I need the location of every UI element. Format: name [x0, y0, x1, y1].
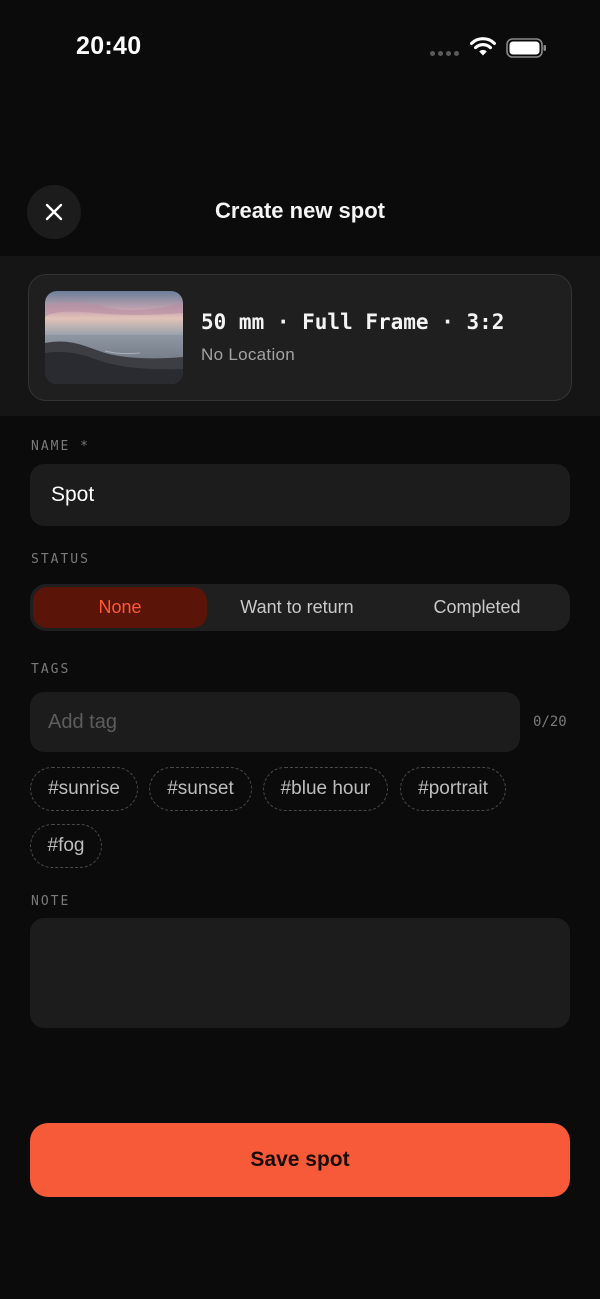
spot-photo-card[interactable]: 50 mm · Full Frame · 3:2 No Location — [28, 274, 572, 401]
tag-input[interactable]: Add tag — [30, 692, 520, 752]
status-option-completed[interactable]: Completed — [387, 587, 567, 628]
tag-chip-portrait[interactable]: #portrait — [400, 767, 506, 811]
spot-card-section: 50 mm · Full Frame · 3:2 No Location — [0, 256, 600, 416]
status-option-want-to-return[interactable]: Want to return — [207, 587, 387, 628]
tag-count: 0/20 — [533, 714, 567, 730]
tag-chip-blue-hour[interactable]: #blue hour — [263, 767, 388, 811]
status-bar: 20:40 — [0, 0, 600, 100]
tag-chip-sunrise[interactable]: #sunrise — [30, 767, 138, 811]
camera-info: 50 mm · Full Frame · 3:2 — [201, 310, 505, 334]
signal-dots-icon — [430, 51, 459, 56]
spot-thumbnail[interactable] — [45, 291, 183, 384]
status-label: STATUS — [31, 552, 90, 567]
create-spot-screen: 20:40 Create new spot 50 mm · Full Frame… — [0, 0, 600, 1299]
seascape-photo — [45, 291, 183, 384]
name-input[interactable]: Spot — [30, 464, 570, 526]
battery-icon — [506, 38, 546, 58]
status-time: 20:40 — [76, 32, 142, 60]
location-text: No Location — [201, 345, 296, 364]
tags-label: TAGS — [31, 662, 71, 677]
name-label: NAME * — [31, 439, 90, 454]
status-segmented-control: None Want to return Completed — [30, 584, 570, 631]
note-label: NOTE — [31, 894, 71, 909]
wifi-icon — [470, 37, 496, 56]
page-title: Create new spot — [215, 198, 385, 223]
tag-chip-fog[interactable]: #fog — [30, 824, 102, 868]
save-spot-button[interactable]: Save spot — [30, 1123, 570, 1197]
status-option-none[interactable]: None — [33, 587, 207, 628]
note-input[interactable] — [30, 918, 570, 1028]
tag-chip-sunset[interactable]: #sunset — [149, 767, 252, 811]
